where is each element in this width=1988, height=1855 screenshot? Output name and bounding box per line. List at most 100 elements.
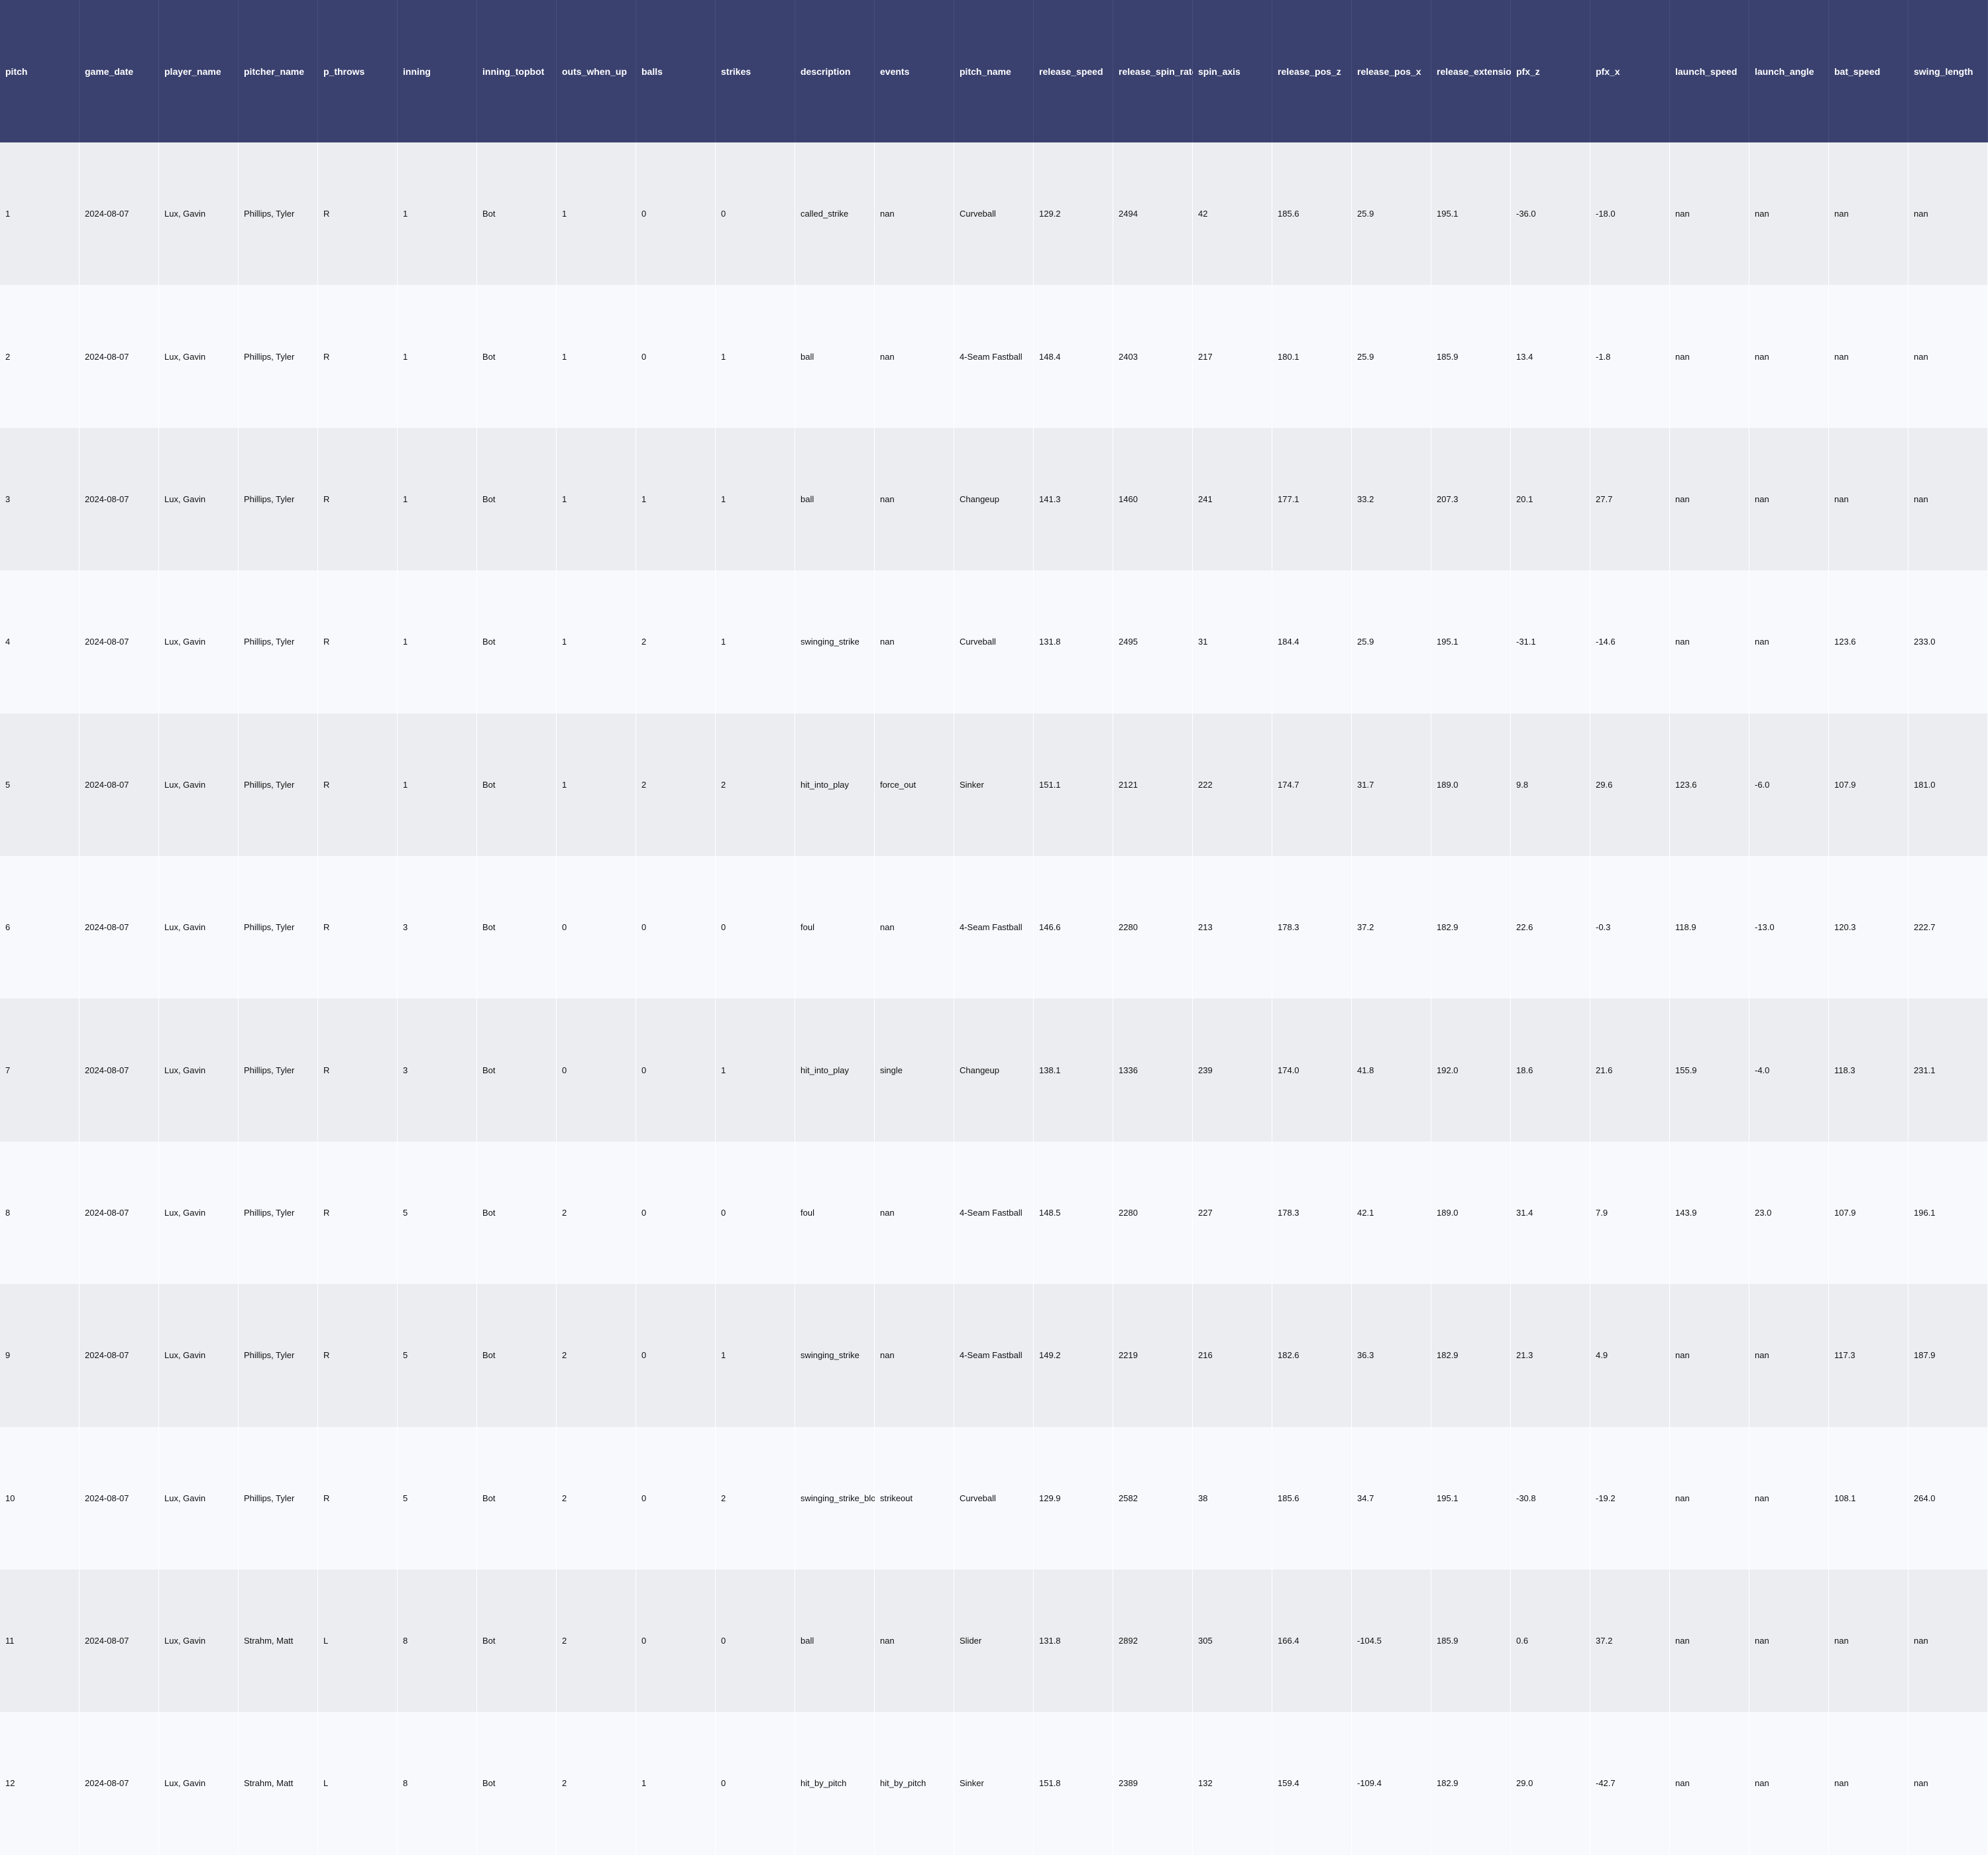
table-cell-release-spin-rate: 2121 bbox=[1113, 713, 1193, 856]
table-cell-pitch-name: 4-Seam Fastball bbox=[954, 1284, 1034, 1427]
table-cell-game-date: 2024-08-07 bbox=[80, 285, 159, 428]
table-cell-swing-length: nan bbox=[1908, 1712, 1988, 1855]
table-cell-inning-topbot: Bot bbox=[477, 427, 557, 571]
table-cell-release-pos-x: 33.2 bbox=[1352, 427, 1431, 571]
table-cell-p-throws: R bbox=[318, 855, 398, 999]
table-cell-outs-when-up: 1 bbox=[557, 427, 636, 571]
table-cell-description: hit_into_play bbox=[795, 713, 875, 856]
table-cell-inning-topbot: Bot bbox=[477, 285, 557, 428]
table-cell-player-name: Lux, Gavin bbox=[159, 713, 239, 856]
table-cell-description: ball bbox=[795, 427, 875, 571]
table-cell-pitch-name: 4-Seam Fastball bbox=[954, 1141, 1034, 1285]
table-cell-release-spin-rate: 2582 bbox=[1113, 1426, 1193, 1569]
table-cell-pfx-x: -14.6 bbox=[1590, 570, 1670, 714]
table-cell-bat-speed: nan bbox=[1829, 427, 1908, 571]
table-cell-pfx-x: -1.8 bbox=[1590, 285, 1670, 428]
table-cell-release-extension: 192.0 bbox=[1431, 998, 1511, 1141]
table-cell-release-spin-rate: 2495 bbox=[1113, 570, 1193, 714]
table-cell-bat-speed: nan bbox=[1829, 1712, 1908, 1855]
table-cell-p-throws: R bbox=[318, 1141, 398, 1285]
table-cell-pitcher-name: Phillips, Tyler bbox=[239, 142, 318, 286]
table-cell-pitch-name: Sinker bbox=[954, 713, 1034, 856]
table-cell-release-pos-z: 185.6 bbox=[1272, 1426, 1352, 1569]
table-cell-inning-topbot: Bot bbox=[477, 1141, 557, 1285]
table-cell-player-name: Lux, Gavin bbox=[159, 1569, 239, 1713]
table-cell-launch-angle: nan bbox=[1749, 285, 1829, 428]
table-cell-outs-when-up: 1 bbox=[557, 570, 636, 714]
table-cell-pitch: 10 bbox=[0, 1426, 80, 1569]
table-cell-inning-topbot: Bot bbox=[477, 998, 557, 1141]
table-cell-launch-angle: -13.0 bbox=[1749, 855, 1829, 999]
table-cell-release-pos-z: 177.1 bbox=[1272, 427, 1352, 571]
table-cell-pfx-x: 37.2 bbox=[1590, 1569, 1670, 1713]
table-cell-release-pos-x: 36.3 bbox=[1352, 1284, 1431, 1427]
table-cell-launch-angle: nan bbox=[1749, 427, 1829, 571]
table-cell-game-date: 2024-08-07 bbox=[80, 1569, 159, 1713]
table-cell-release-pos-z: 174.7 bbox=[1272, 713, 1352, 856]
table-cell-events: nan bbox=[875, 1141, 954, 1285]
table-cell-swing-length: 181.0 bbox=[1908, 713, 1988, 856]
column-header-pitch-name: pitch_name bbox=[954, 0, 1034, 142]
table-cell-pitcher-name: Strahm, Matt bbox=[239, 1569, 318, 1713]
table-cell-release-spin-rate: 2219 bbox=[1113, 1284, 1193, 1427]
table-cell-pitch: 1 bbox=[0, 142, 80, 286]
table-cell-description: swinging_strike bbox=[795, 570, 875, 714]
table-cell-pfx-z: 13.4 bbox=[1511, 285, 1590, 428]
table-cell-pfx-z: -31.1 bbox=[1511, 570, 1590, 714]
column-header-game-date: game_date bbox=[80, 0, 159, 142]
column-header-launch-speed: launch_speed bbox=[1670, 0, 1749, 142]
table-cell-release-pos-z: 185.6 bbox=[1272, 142, 1352, 286]
table-cell-release-extension: 189.0 bbox=[1431, 713, 1511, 856]
table-cell-spin-axis: 216 bbox=[1193, 1284, 1272, 1427]
table-cell-launch-speed: 123.6 bbox=[1670, 713, 1749, 856]
table-cell-release-speed: 151.8 bbox=[1034, 1712, 1113, 1855]
table-cell-pitch-name: 4-Seam Fastball bbox=[954, 855, 1034, 999]
table-cell-release-pos-z: 159.4 bbox=[1272, 1712, 1352, 1855]
table-cell-release-pos-x: 37.2 bbox=[1352, 855, 1431, 999]
table-cell-description: called_strike bbox=[795, 142, 875, 286]
table-cell-p-throws: R bbox=[318, 1426, 398, 1569]
table-cell-spin-axis: 42 bbox=[1193, 142, 1272, 286]
table-cell-pfx-x: -18.0 bbox=[1590, 142, 1670, 286]
table-cell-balls: 0 bbox=[636, 1426, 716, 1569]
table-cell-release-extension: 182.9 bbox=[1431, 1284, 1511, 1427]
table-cell-pitch: 3 bbox=[0, 427, 80, 571]
table-cell-outs-when-up: 2 bbox=[557, 1284, 636, 1427]
table-cell-strikes: 1 bbox=[716, 427, 795, 571]
table-cell-events: nan bbox=[875, 1284, 954, 1427]
table-cell-bat-speed: 117.3 bbox=[1829, 1284, 1908, 1427]
table-cell-inning: 5 bbox=[398, 1426, 477, 1569]
column-header-pitcher-name: pitcher_name bbox=[239, 0, 318, 142]
table-cell-game-date: 2024-08-07 bbox=[80, 570, 159, 714]
table-cell-swing-length: 222.7 bbox=[1908, 855, 1988, 999]
table-cell-outs-when-up: 1 bbox=[557, 285, 636, 428]
column-header-description: description bbox=[795, 0, 875, 142]
table-cell-game-date: 2024-08-07 bbox=[80, 713, 159, 856]
table-cell-swing-length: 264.0 bbox=[1908, 1426, 1988, 1569]
table-cell-p-throws: R bbox=[318, 427, 398, 571]
table-cell-swing-length: 231.1 bbox=[1908, 998, 1988, 1141]
table-cell-balls: 1 bbox=[636, 1712, 716, 1855]
table-cell-p-throws: R bbox=[318, 285, 398, 428]
table-cell-events: nan bbox=[875, 285, 954, 428]
table-cell-pitcher-name: Strahm, Matt bbox=[239, 1712, 318, 1855]
table-cell-balls: 0 bbox=[636, 285, 716, 428]
table-cell-release-speed: 131.8 bbox=[1034, 1569, 1113, 1713]
table-cell-launch-speed: 143.9 bbox=[1670, 1141, 1749, 1285]
table-cell-release-pos-z: 174.0 bbox=[1272, 998, 1352, 1141]
column-header-release-extension: release_extension bbox=[1431, 0, 1517, 142]
table-cell-launch-speed: 118.9 bbox=[1670, 855, 1749, 999]
table-cell-bat-speed: 123.6 bbox=[1829, 570, 1908, 714]
table-cell-inning-topbot: Bot bbox=[477, 1712, 557, 1855]
table-cell-launch-speed: nan bbox=[1670, 142, 1749, 286]
table-cell-release-speed: 138.1 bbox=[1034, 998, 1113, 1141]
table-cell-inning-topbot: Bot bbox=[477, 570, 557, 714]
table-cell-pfx-z: -30.8 bbox=[1511, 1426, 1590, 1569]
column-header-launch-angle: launch_angle bbox=[1749, 0, 1829, 142]
table-cell-launch-angle: nan bbox=[1749, 570, 1829, 714]
table-cell-launch-angle: nan bbox=[1749, 1569, 1829, 1713]
table-cell-pfx-z: 22.6 bbox=[1511, 855, 1590, 999]
table-cell-launch-angle: nan bbox=[1749, 142, 1829, 286]
table-cell-bat-speed: 120.3 bbox=[1829, 855, 1908, 999]
table-cell-pitch: 7 bbox=[0, 998, 80, 1141]
